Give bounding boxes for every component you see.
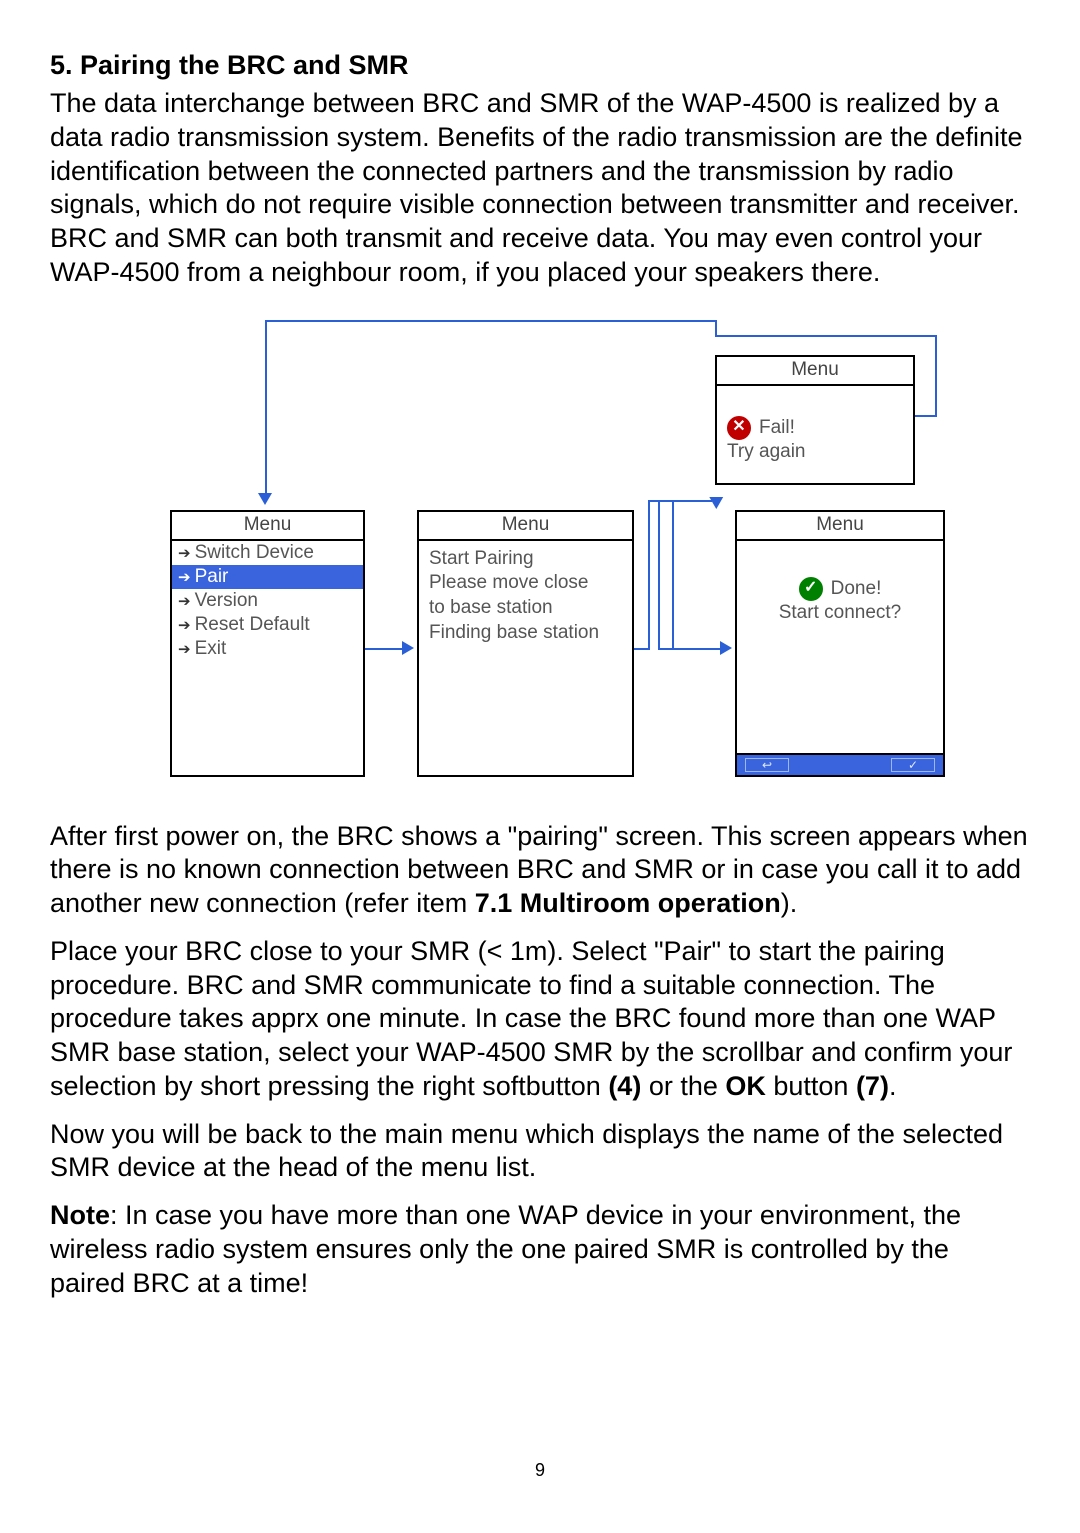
menu-item-exit[interactable]: ➔Exit xyxy=(172,637,363,661)
paragraph-after-2: Place your BRC close to your SMR (< 1m).… xyxy=(50,935,1030,1104)
section-heading: 5. Pairing the BRC and SMR xyxy=(50,50,1030,81)
arrow-icon xyxy=(258,493,272,505)
text: button xyxy=(766,1071,856,1101)
menu-item-label: Switch Device xyxy=(195,542,314,564)
screen-menu-list: Menu ➔Switch Device ➔Pair ➔Version ➔Rese… xyxy=(170,510,365,777)
fail-label: Fail! xyxy=(759,416,795,441)
screen-title: Menu xyxy=(172,512,363,541)
softkey-right[interactable]: ✓ xyxy=(891,758,935,772)
paragraph-note: Note: In case you have more than one WAP… xyxy=(50,1199,1030,1300)
menu-item-switch-device[interactable]: ➔Switch Device xyxy=(172,541,363,565)
menu-item-label: Reset Default xyxy=(195,614,310,636)
done-sub: Start connect? xyxy=(747,601,933,626)
note-label: Note xyxy=(50,1200,110,1230)
screen-title: Menu xyxy=(737,512,943,541)
pairing-flow-diagram: Menu ✕ Fail! Try again Menu ➔Switch Devi… xyxy=(135,320,945,780)
pairing-line-1: Start Pairing xyxy=(429,547,622,572)
arrow-icon xyxy=(709,490,726,508)
menu-item-label: Exit xyxy=(195,638,227,660)
intro-paragraph: The data interchange between BRC and SMR… xyxy=(50,87,1030,290)
ref-button-4: (4) xyxy=(608,1071,641,1101)
done-label: Done! xyxy=(831,577,882,602)
paragraph-after-3: Now you will be back to the main menu wh… xyxy=(50,1118,1030,1186)
pairing-line-2: Please move close xyxy=(429,571,622,596)
softkey-left[interactable]: ↩ xyxy=(745,758,789,772)
paragraph-after-1: After first power on, the BRC shows a "p… xyxy=(50,820,1030,921)
menu-item-version[interactable]: ➔Version xyxy=(172,589,363,613)
screen-title: Menu xyxy=(717,357,913,386)
screen-fail: Menu ✕ Fail! Try again xyxy=(715,355,915,485)
screen-pairing: Menu Start Pairing Please move close to … xyxy=(417,510,634,777)
screen-title: Menu xyxy=(419,512,632,541)
arrow-icon xyxy=(720,641,732,655)
softkey-bar: ↩ ✓ xyxy=(737,753,943,775)
menu-item-label: Pair xyxy=(195,566,229,588)
page-number: 9 xyxy=(50,1460,1030,1481)
menu-item-pair[interactable]: ➔Pair xyxy=(172,565,363,589)
screen-done: Menu ✓ Done! Start connect? ↩ ✓ xyxy=(735,510,945,777)
done-icon: ✓ xyxy=(799,577,823,601)
note-text: : In case you have more than one WAP dev… xyxy=(50,1200,961,1298)
text: or the xyxy=(641,1071,725,1101)
text: . xyxy=(889,1071,897,1101)
ref-multiroom: 7.1 Multiroom operation xyxy=(475,888,781,918)
arrow-icon xyxy=(402,641,414,655)
pairing-line-3: to base station xyxy=(429,596,622,621)
fail-sub: Try again xyxy=(727,440,903,465)
menu-item-label: Version xyxy=(195,590,258,612)
pairing-line-4: Finding base station xyxy=(429,621,622,646)
ref-button-7: (7) xyxy=(856,1071,889,1101)
fail-icon: ✕ xyxy=(727,416,751,440)
ref-ok: OK xyxy=(725,1071,766,1101)
menu-item-reset-default[interactable]: ➔Reset Default xyxy=(172,613,363,637)
text: ). xyxy=(781,888,798,918)
